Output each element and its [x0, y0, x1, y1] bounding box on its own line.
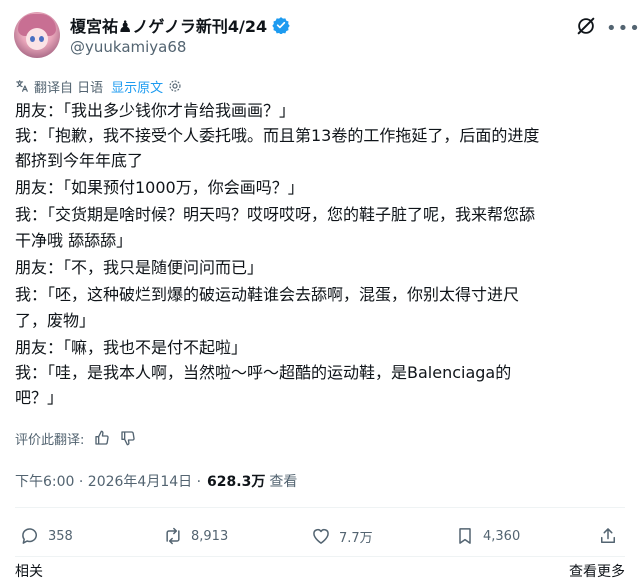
post-line: 了，废物」: [15, 311, 96, 330]
avatar[interactable]: [14, 12, 60, 58]
rate-translation-label: 评价此翻译:: [15, 432, 85, 448]
action-bar: 358 8,913 7.7万 4,360: [0, 522, 640, 550]
like-button[interactable]: 7.7万: [311, 522, 373, 550]
reply-button[interactable]: 358: [20, 522, 73, 550]
reply-count: 358: [48, 528, 73, 544]
author-name-row[interactable]: 榎宮祐♟ノゲノラ新刊4/24: [70, 14, 290, 36]
reply-icon: [22, 528, 37, 544]
translate-icon: [16, 80, 28, 92]
thumbs-down-icon[interactable]: [120, 430, 136, 446]
share-icon: [601, 528, 615, 543]
rate-translation-row: 评价此翻译:: [15, 428, 136, 448]
post-line: 我：「呸，这种破烂到爆的破运动鞋谁会去舔啊，混蛋，你别太得寸进尺: [15, 285, 520, 304]
post-line: 吧？」: [15, 388, 64, 407]
post-line: 朋友：「我出多少钱你才肯给我画画？」: [15, 101, 296, 120]
post-meta: 下午6:00 · 2026年4月14日 · 628.3万 查看: [15, 470, 297, 492]
post-line: 朋友：「不，我只是随便问问而已」: [15, 258, 264, 277]
post-line: 都挤到今年年底了: [15, 151, 144, 170]
avatar-eye: [39, 36, 44, 42]
divider: [15, 507, 625, 508]
timestamp[interactable]: 下午6:00 · 2026年4月14日 ·: [15, 471, 201, 491]
display-name[interactable]: 榎宮祐♟ノゲノラ新刊4/24: [70, 13, 267, 37]
heart-icon: [313, 528, 329, 544]
divider: [15, 556, 625, 557]
grok-icon[interactable]: [575, 15, 597, 37]
like-count: 7.7万: [339, 530, 373, 546]
bookmark-icon: [459, 528, 471, 544]
views-count: 628.3万: [207, 474, 266, 490]
repost-button[interactable]: 8,913: [163, 522, 228, 550]
more-options-icon[interactable]: •••: [606, 18, 640, 39]
bookmark-count: 4,360: [483, 528, 521, 544]
handle[interactable]: @yuukamiya68: [70, 38, 186, 56]
post-line: 朋友：「嘛，我也不是付不起啦」: [15, 338, 248, 357]
post-line: 干净哦 舔舔舔」: [15, 231, 133, 250]
translation-row: 翻译自 日语 显示原文: [15, 77, 182, 96]
bottom-row: 相关 查看更多: [15, 561, 625, 581]
post-line: 我：「哇，是我本人啊，当然啦～呼～超酷的运动鞋，是Balenciaga的: [15, 363, 512, 382]
view-more-link[interactable]: 查看更多: [569, 561, 625, 581]
post-line: 朋友：「如果预付1000万，你会画吗？」: [15, 178, 304, 197]
gear-icon[interactable]: [168, 79, 182, 93]
translated-from-label: 翻译自 日语: [34, 80, 104, 96]
views-label: 查看: [269, 474, 298, 490]
post-line: 我：「交货期是啥时候？明天吗？哎呀哎呀，您的鞋子脏了呢，我来帮您舔: [15, 205, 536, 224]
related-label[interactable]: 相关: [15, 561, 43, 581]
verified-badge-icon: [272, 17, 290, 34]
avatar-eye: [30, 36, 35, 42]
post-line: 我：「抱歉，我不接受个人委托哦。而且第13卷的工作拖延了，后面的进度: [15, 126, 540, 145]
repost-count: 8,913: [191, 528, 229, 544]
repost-icon: [166, 527, 180, 545]
thumbs-up-icon[interactable]: [94, 430, 110, 446]
show-original-link[interactable]: 显示原文: [111, 77, 163, 96]
share-button[interactable]: [598, 522, 626, 550]
bookmark-button[interactable]: 4,360: [455, 522, 520, 550]
